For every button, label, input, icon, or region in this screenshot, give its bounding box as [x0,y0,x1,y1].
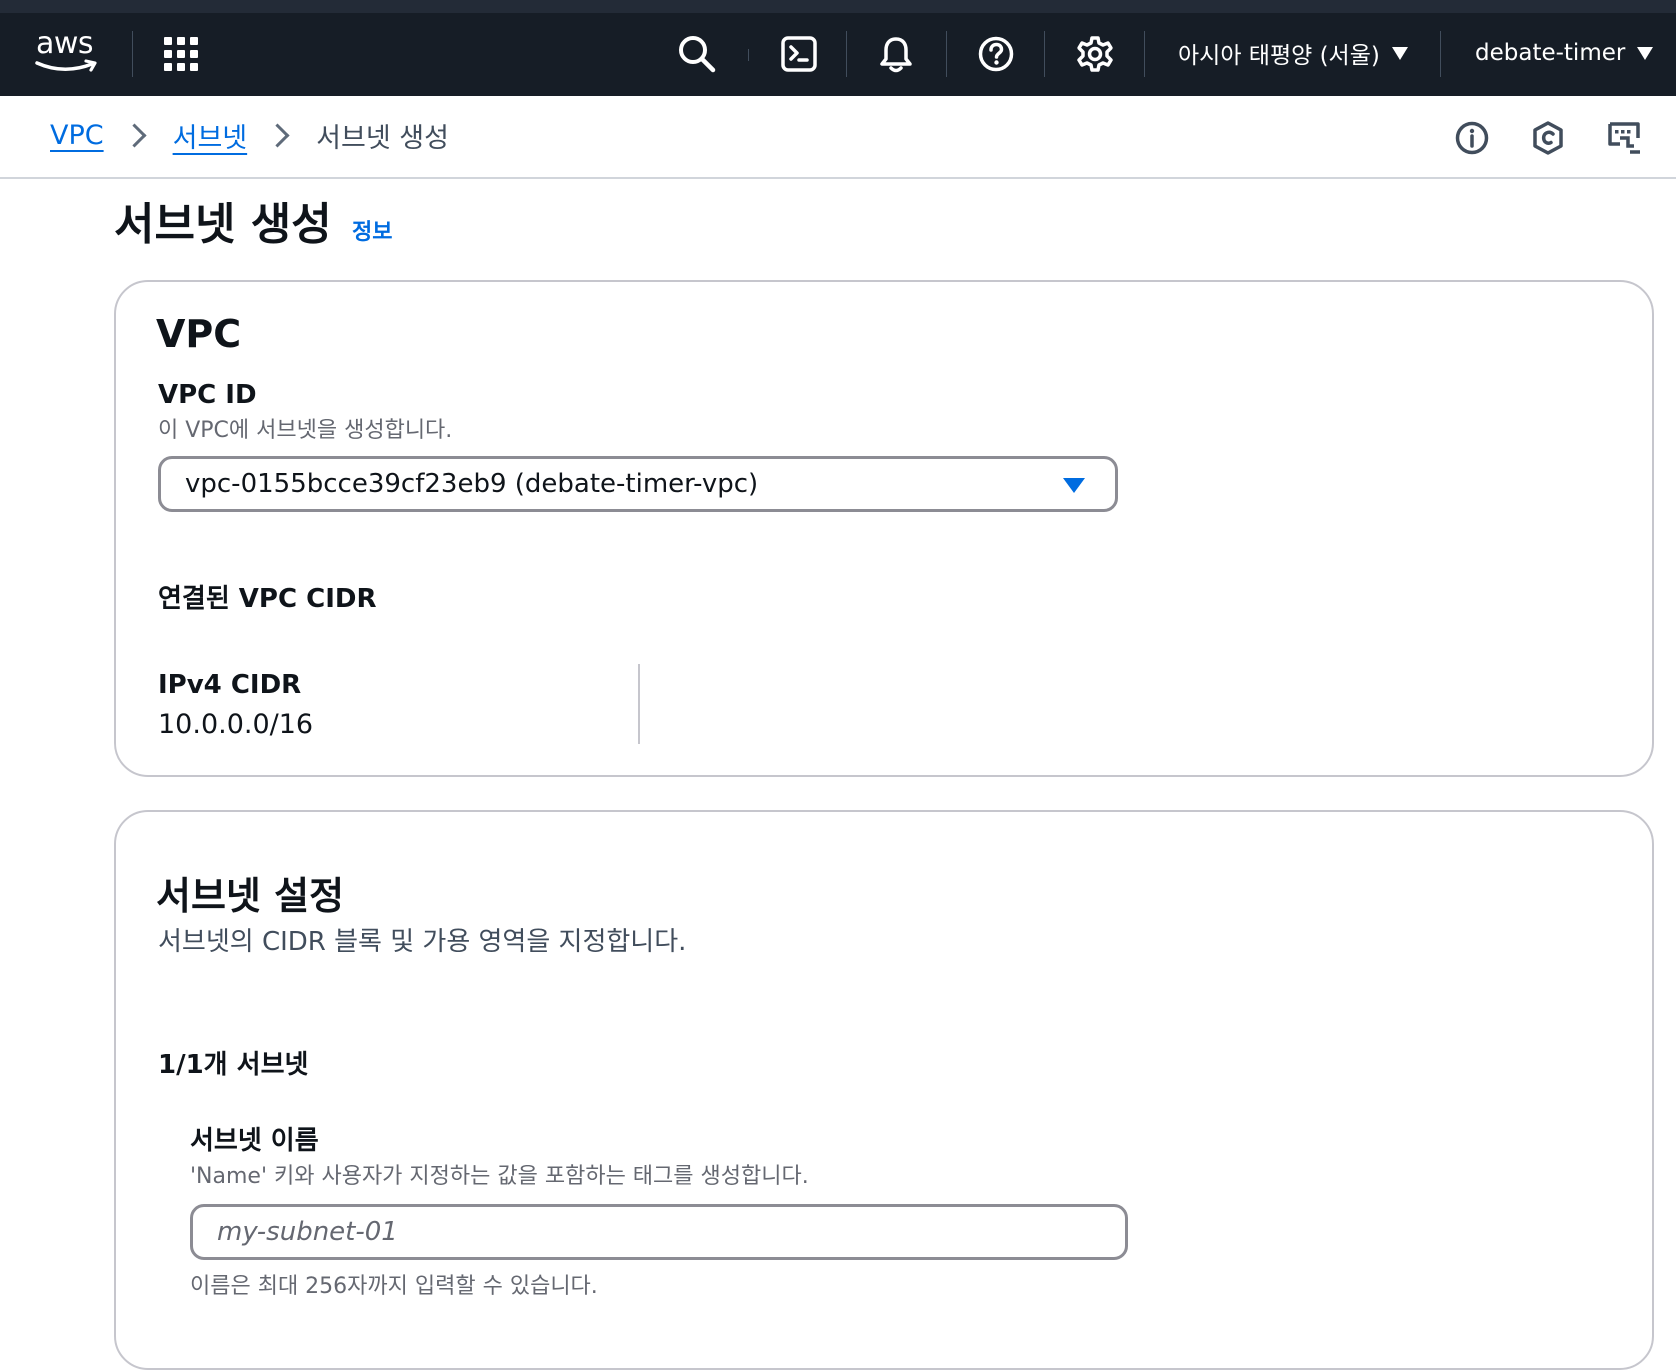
vpc-id-label: VPC ID [158,380,257,410]
subnet-count-label: 1/1개 서브넷 [158,1050,309,1080]
security-shield-icon[interactable] [1526,116,1570,160]
nav-divider [846,31,847,77]
chevron-right-icon [122,123,147,148]
nav-divider [1044,31,1045,77]
aws-logo[interactable]: aws [34,27,100,77]
subnet-name-label: 서브넷 이름 [190,1126,319,1156]
vpc-section-heading: VPC [156,312,242,356]
column-divider [638,664,640,744]
subnet-settings-description: 서브넷의 CIDR 블록 및 가용 영역을 지정합니다. [158,927,687,957]
region-label: 아시아 태평양 (서울) [1178,43,1380,69]
vpc-id-description: 이 VPC에 서브넷을 생성합니다. [158,418,453,443]
nav-divider [946,31,947,77]
chevron-down-icon [1637,46,1654,60]
info-circle-icon[interactable] [1450,116,1494,160]
breadcrumb-item-current: 서브넷 생성 [316,123,449,154]
subnet-name-description: 'Name' 키와 사용자가 지정하는 값을 포함하는 태그를 생성합니다. [190,1164,809,1189]
breadcrumb-bar: VPC 서브넷 서브넷 생성 [0,96,1676,179]
feedback-icon[interactable] [1602,116,1646,160]
cloudshell-icon[interactable] [772,27,826,81]
aws-smile-icon [35,59,97,72]
subnet-name-input[interactable] [190,1204,1128,1260]
page-title: 서브넷 생성 [114,199,332,250]
search-icon[interactable] [670,27,724,81]
nav-divider [1144,31,1145,77]
nav-divider [748,49,749,61]
settings-gear-icon[interactable] [1068,27,1122,81]
account-label: debate-timer [1475,40,1626,66]
subnet-settings-container: 서브넷 설정 서브넷의 CIDR 블록 및 가용 영역을 지정합니다. 1/1개… [114,810,1654,1370]
account-menu[interactable]: debate-timer [1475,33,1654,73]
breadcrumb-item-vpc[interactable]: VPC [50,120,104,151]
nav-divider [132,31,133,77]
associated-cidr-heading: 연결된 VPC CIDR [158,584,377,614]
vpc-container: VPC VPC ID 이 VPC에 서브넷을 생성합니다. vpc-0155bc… [114,280,1654,777]
notifications-bell-icon[interactable] [869,27,923,81]
breadcrumb: VPC 서브넷 서브넷 생성 [50,116,449,155]
vpc-id-selected-value: vpc-0155bcce39cf23eb9 (debate-timer-vpc) [185,469,759,499]
ipv4-cidr-label: IPv4 CIDR [158,670,302,700]
info-link[interactable]: 정보 [352,218,392,248]
chevron-right-icon [265,123,290,148]
subnet-settings-heading: 서브넷 설정 [156,874,345,918]
caret-down-icon [1063,478,1085,493]
vpc-id-select[interactable]: vpc-0155bcce39cf23eb9 (debate-timer-vpc) [158,456,1118,512]
chevron-down-icon [1391,46,1408,60]
ipv4-cidr-value: 10.0.0.0/16 [158,709,314,740]
breadcrumb-item-subnets[interactable]: 서브넷 [173,116,248,155]
aws-logo-text: aws [36,26,94,61]
subnet-name-constraint: 이름은 최대 256자까지 입력할 수 있습니다. [190,1274,598,1299]
region-selector[interactable]: 아시아 태평양 (서울) [1178,33,1408,73]
apps-grid-icon[interactable] [154,27,208,81]
nav-divider [1440,31,1441,77]
top-navigation: aws 아시아 태평양 (서울) debate-timer [0,0,1676,96]
help-icon[interactable] [969,27,1023,81]
